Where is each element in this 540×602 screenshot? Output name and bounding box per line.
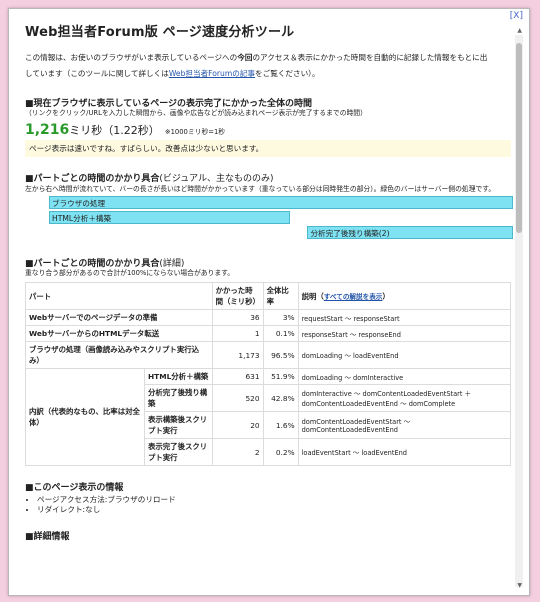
- row-ratio: 0.1%: [262, 325, 299, 342]
- subrow-part: 表示構築後スクリプト実行: [144, 411, 213, 439]
- subrow-part: HTML分析＋構築: [144, 368, 213, 385]
- subrow-desc: domLoading ～ domInteractive: [297, 368, 512, 385]
- page-info-list: ページアクセス方法:ブラウザのリロード リダイレクト:なし: [25, 495, 511, 515]
- analysis-dialog: [X] ▲ ▼ Web担当者Forum版 ページ速度分析ツール この情報は、お使…: [8, 8, 530, 596]
- subrow-part: 分析完了後残り構築: [144, 384, 213, 412]
- intro-emphasis: 今回: [237, 53, 253, 62]
- row-desc: domLoading ～ loadEventEnd: [297, 341, 512, 369]
- list-item: リダイレクト:なし: [37, 505, 511, 515]
- intro-text: この情報は、お使いのブラウザがいま表示しているページへの今回のアクセス＆表示にか…: [25, 50, 511, 82]
- intro-text-part: のアクセス＆表示にかかった時間を自動的に記録した情報をもとに出: [252, 53, 488, 62]
- subrow-time: 520: [211, 384, 264, 412]
- scrollbar[interactable]: [515, 35, 523, 587]
- header-ratio: 全体比率: [262, 282, 299, 310]
- row-time: 1,173: [211, 341, 264, 369]
- detail-heading-sub: (詳細): [159, 259, 185, 269]
- table-row: Webサーバーでのページデータの準備 36 3% requestStart ～ …: [25, 309, 512, 326]
- row-desc: responseStart ～ responseEnd: [297, 325, 512, 342]
- scrollbar-thumb[interactable]: [516, 43, 522, 233]
- overall-time-heading: ■現在ブラウザに表示しているページの表示完了にかかった全体の時間: [25, 99, 313, 109]
- breakdown-group-label: 内訳（代表的なもの、比率は対全体）: [25, 368, 145, 466]
- row-part: ブラウザの処理（画像読み込みやスクリプト実行込み）: [25, 341, 213, 369]
- list-item: ページアクセス方法:ブラウザのリロード: [37, 495, 511, 505]
- row-desc: requestStart ～ responseStart: [297, 309, 512, 326]
- subrow-ratio: 51.9%: [262, 368, 299, 385]
- total-ms-unit: ミリ秒（1.22秒）: [69, 124, 160, 137]
- subrow-desc: domInteractive ～ domContentLoadedEventSt…: [297, 384, 512, 412]
- timeline-bars: ブラウザの処理 HTML分析＋構築 分析完了後残り構築(2): [25, 196, 513, 244]
- row-ratio: 3%: [262, 309, 299, 326]
- page-title: Web担当者Forum版 ページ速度分析ツール: [25, 25, 295, 40]
- intro-text-part: をご覧ください）。: [255, 69, 320, 78]
- intro-text-part: この情報は、お使いのブラウザがいま表示しているページへの: [25, 53, 238, 62]
- speed-evaluation-message: ページ表示は速いですね。すばらしい。改善点は少ないと思います。: [25, 140, 511, 157]
- ms-conversion-note: ※1000ミリ秒=1秒: [164, 128, 226, 136]
- row-part: Webサーバーでのページデータの準備: [25, 309, 213, 326]
- intro-text-part: しています（このツールに関して詳しくは: [25, 69, 169, 78]
- table-header-row: パート かかった時間（ミリ秒） 全体比率 説明（すべての解説を表示）: [25, 282, 512, 310]
- table-row: 内訳（代表的なもの、比率は対全体） HTML分析＋構築 631 51.9% do…: [25, 368, 512, 466]
- subrow-ratio: 42.8%: [262, 384, 299, 412]
- dialog-content: Web担当者Forum版 ページ速度分析ツール この情報は、お使いのブラウザがい…: [25, 21, 513, 542]
- article-link[interactable]: Web担当者Forumの記事: [169, 69, 255, 78]
- header-desc-text: ）: [382, 291, 390, 301]
- subrow-time: 2: [211, 438, 264, 466]
- subrow-ratio: 0.2%: [262, 438, 299, 466]
- row-part: WebサーバーからのHTMLデータ転送: [25, 325, 213, 342]
- timeline-bar-html-build: HTML分析＋構築: [49, 211, 290, 224]
- total-ms-number: 1,216: [25, 122, 70, 138]
- visual-breakdown-note: 左から右へ時間が流れていて、バーの長さが長いほど時間がかかっています（重なってい…: [25, 185, 496, 193]
- subrow-desc: loadEventStart ～ loadEventEnd: [297, 438, 512, 466]
- row-ratio: 96.5%: [262, 341, 299, 369]
- timing-table: パート かかった時間（ミリ秒） 全体比率 説明（すべての解説を表示） Webサー…: [25, 282, 512, 466]
- page-info-heading: ■このページ表示の情報: [25, 483, 124, 493]
- scroll-down-arrow-icon[interactable]: ▼: [517, 582, 522, 589]
- row-time: 36: [211, 309, 264, 326]
- visual-heading-text: ■パートごとの時間のかかり具合: [25, 174, 160, 184]
- subrow-part: 表示完了後スクリプト実行: [144, 438, 213, 466]
- detail-breakdown-note: 重なり合う部分があるので合計が100%にならない場合があります。: [25, 269, 235, 277]
- table-row: ブラウザの処理（画像読み込みやスクリプト実行込み） 1,173 96.5% do…: [25, 341, 512, 369]
- scroll-up-arrow-icon[interactable]: ▲: [517, 27, 522, 34]
- details-heading: ■詳細情報: [25, 532, 70, 542]
- overall-time-value: 1,216ミリ秒（1.22秒） ※1000ミリ秒=1秒: [25, 119, 511, 138]
- header-time: かかった時間（ミリ秒）: [211, 282, 264, 310]
- row-time: 1: [211, 325, 264, 342]
- close-button[interactable]: [X]: [510, 11, 523, 21]
- detail-heading-text: ■パートごとの時間のかかり具合: [25, 259, 160, 269]
- subrow-desc: domContentLoadedEventStart ～ domContentL…: [297, 411, 512, 439]
- visual-breakdown-heading: ■パートごとの時間のかかり具合(ビジュアル、主なもののみ): [25, 171, 511, 184]
- overall-time-note: （リンクをクリック/URLを入力した瞬間から、画像や広告などが読み込まれページ表…: [25, 109, 367, 117]
- header-desc-text: 説明（: [301, 291, 324, 301]
- header-part: パート: [25, 282, 213, 310]
- detail-breakdown-heading: ■パートごとの時間のかかり具合(詳細): [25, 256, 511, 269]
- subrow-time: 20: [211, 411, 264, 439]
- subrow-time: 631: [211, 368, 264, 385]
- subrow-ratio: 1.6%: [262, 411, 299, 439]
- show-all-explanations-link[interactable]: すべての解説を表示: [324, 293, 383, 301]
- table-row: WebサーバーからのHTMLデータ転送 1 0.1% responseStart…: [25, 325, 512, 342]
- visual-heading-sub: (ビジュアル、主なもののみ): [159, 174, 274, 184]
- timeline-bar-browser: ブラウザの処理: [49, 196, 513, 209]
- header-description: 説明（すべての解説を表示）: [297, 282, 512, 310]
- timeline-bar-post-build: 分析完了後残り構築(2): [307, 226, 513, 239]
